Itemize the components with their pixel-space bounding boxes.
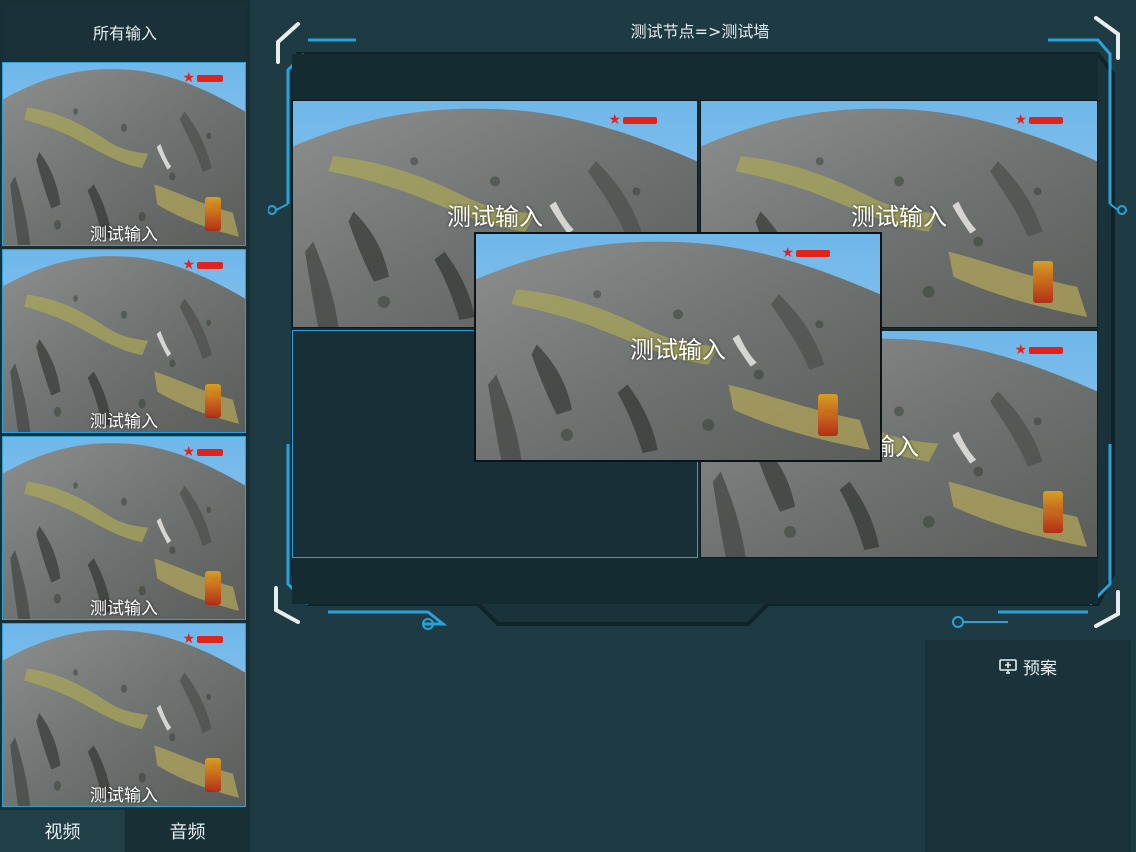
input-label: 测试输入 xyxy=(90,412,158,432)
plan-title: 预案 xyxy=(1023,659,1057,679)
input-label: 测试输入 xyxy=(90,225,158,245)
seal-icon xyxy=(818,394,838,436)
channel-logo-icon: ★ xyxy=(182,445,223,459)
seal-icon xyxy=(1043,491,1063,533)
channel-logo-icon: ★ xyxy=(1014,113,1063,127)
channel-logo-icon: ★ xyxy=(182,632,223,646)
input-label: 测试输入 xyxy=(90,786,158,806)
window-label: 测试输入 xyxy=(630,336,726,364)
input-list-title: 所有输入 xyxy=(4,6,246,58)
channel-logo-icon: ★ xyxy=(1014,343,1063,357)
channel-logo-icon: ★ xyxy=(781,246,830,260)
input-thumbnail[interactable]: ★ 测试输入 xyxy=(2,249,246,433)
cell-label: 测试输入 xyxy=(851,203,947,231)
seal-icon xyxy=(1033,261,1053,303)
plan-panel: 预案 xyxy=(925,640,1131,852)
wall-title: 测试节点=>测试墙 xyxy=(630,22,770,41)
monitor-icon xyxy=(999,658,1017,674)
video-wall-canvas[interactable]: ★ 测试输入 ★ 测试输入 ★ 输入 ★ 测试输入 xyxy=(292,54,1098,604)
cell-label: 测试输入 xyxy=(447,203,543,231)
floating-window[interactable]: ★ 测试输入 xyxy=(474,232,882,462)
channel-logo-icon: ★ xyxy=(182,258,223,272)
tab-audio[interactable]: 音频 xyxy=(125,810,250,852)
input-thumbnail[interactable]: ★ 测试输入 xyxy=(2,436,246,620)
plan-button[interactable]: 预案 xyxy=(925,654,1131,679)
input-list-panel: 所有输入 ★ 测试输入 ★ 测试输入 ★ 测试输入 ★ 测试输入 视频 音频 xyxy=(0,0,250,852)
channel-logo-icon: ★ xyxy=(182,71,223,85)
input-thumbnail[interactable]: ★ 测试输入 xyxy=(2,623,246,807)
input-thumbnail[interactable]: ★ 测试输入 xyxy=(2,62,246,246)
tab-video[interactable]: 视频 xyxy=(0,810,125,852)
input-label: 测试输入 xyxy=(90,599,158,619)
channel-logo-icon: ★ xyxy=(608,113,657,127)
media-type-tabs: 视频 音频 xyxy=(0,810,250,852)
